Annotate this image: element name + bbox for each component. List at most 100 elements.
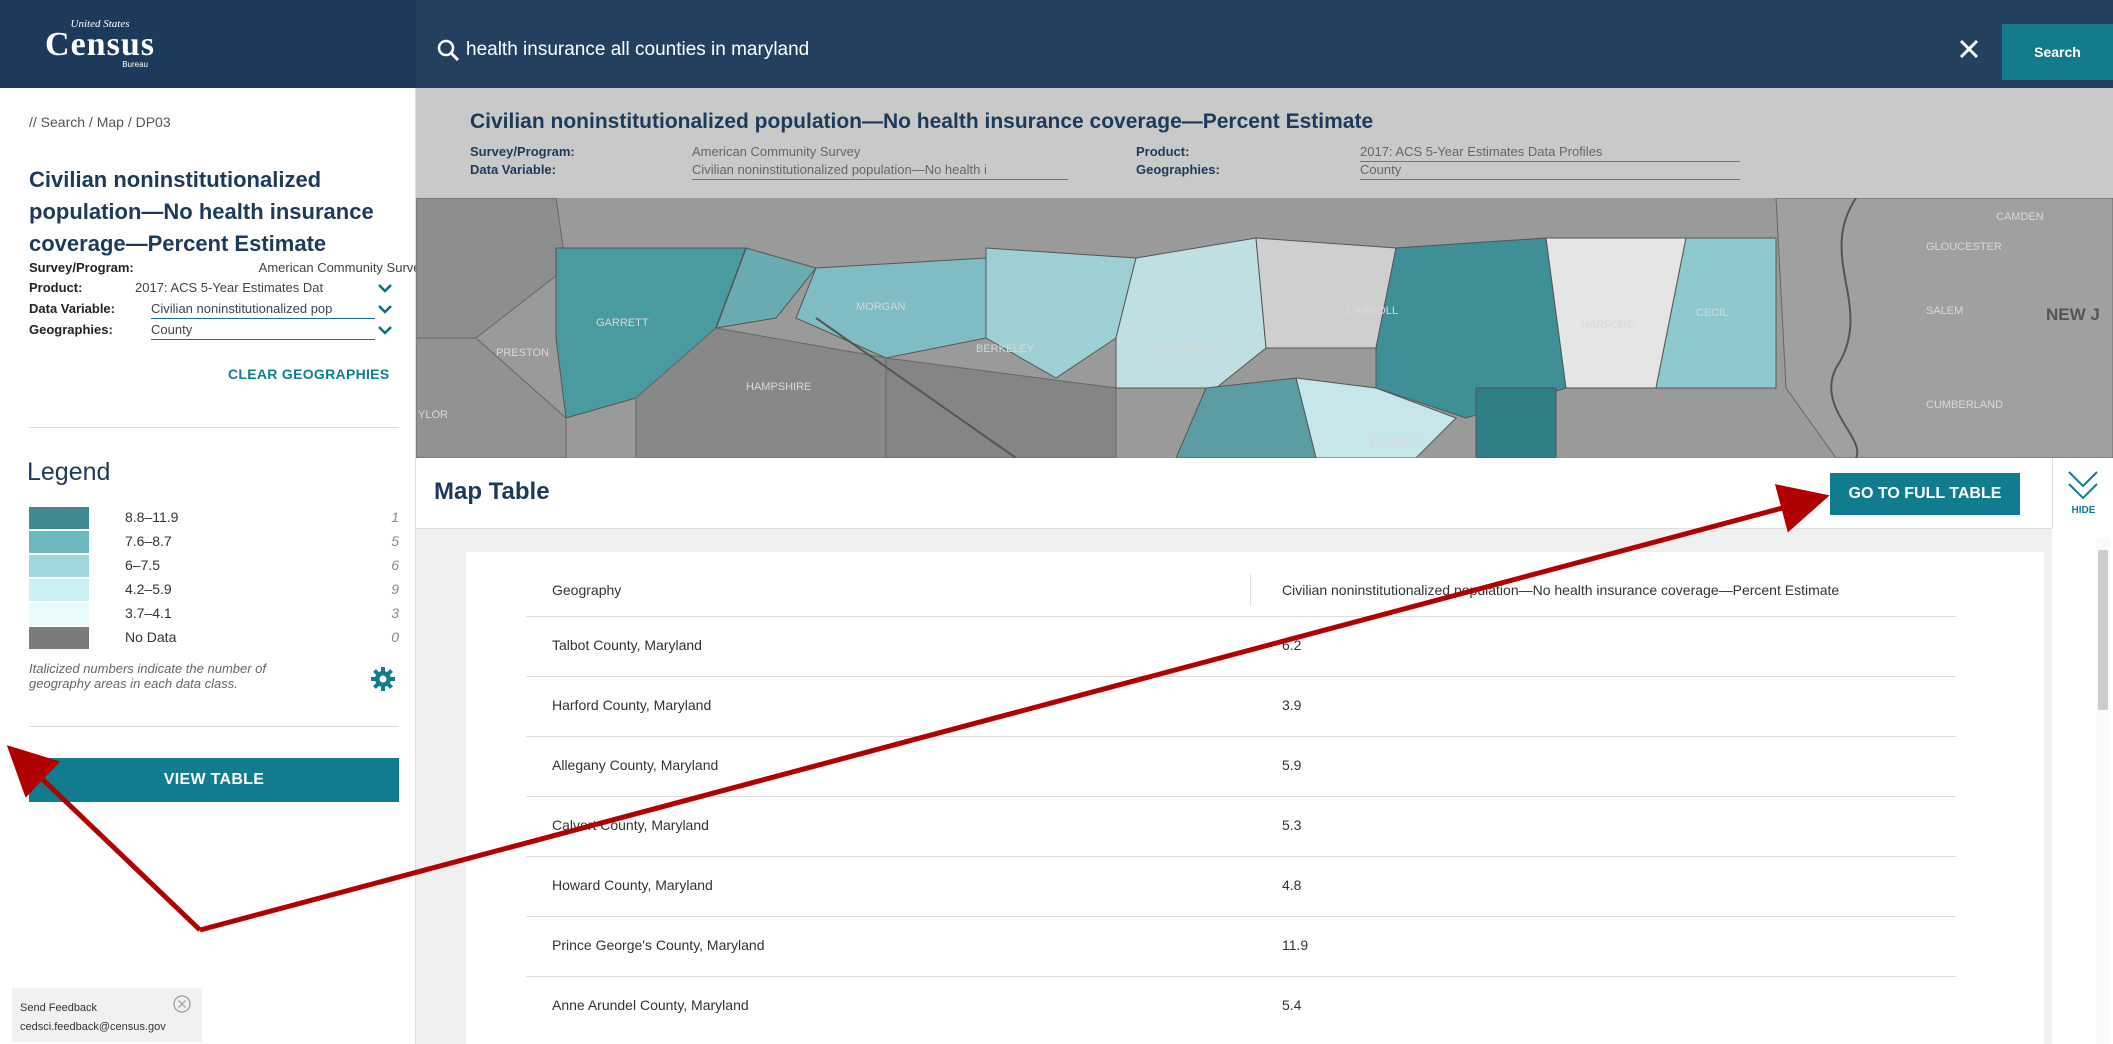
scrollbar[interactable] [2096, 538, 2110, 1044]
table-row[interactable]: Anne Arundel County, Maryland 5.4 [526, 976, 1956, 1036]
map-label: CARROLL [1346, 305, 1398, 317]
search-icon [436, 38, 460, 62]
feedback-email[interactable]: cedsci.feedback@census.gov [20, 1021, 166, 1033]
legend-label: 8.8–11.9 [125, 509, 179, 525]
cell-geography: Calvert County, Maryland [552, 817, 709, 833]
legend-item: 8.8–11.9 1 [29, 507, 399, 529]
hide-toggle[interactable]: HIDE [2052, 458, 2113, 528]
cell-geography: Harford County, Maryland [552, 697, 712, 713]
map-label: FREDERICK [1156, 345, 1220, 357]
map-label: GARRETT [596, 317, 649, 329]
geo-dropdown[interactable]: County [1360, 162, 1740, 180]
legend-label: 3.7–4.1 [125, 605, 172, 621]
column-header-geography[interactable]: Geography [552, 582, 621, 598]
product-value[interactable]: 2017: ACS 5-Year Estimates Dat [135, 280, 365, 295]
legend-count: 1 [391, 509, 399, 525]
divider [29, 726, 399, 727]
geo-label: Geographies: [1136, 162, 1220, 177]
map-label: PRESTON [496, 347, 549, 359]
legend-swatch [29, 603, 89, 625]
legend-item: 6–7.5 6 [29, 555, 399, 577]
chevron-down-icon[interactable] [377, 324, 395, 340]
map-label: CUMBERLAND [1926, 399, 2003, 411]
table-row[interactable]: Talbot County, Maryland 6.2 [526, 616, 1956, 676]
table-row[interactable]: Prince George's County, Maryland 11.9 [526, 916, 1956, 976]
legend-label: 7.6–8.7 [125, 533, 172, 549]
variable-dropdown[interactable]: Civilian noninstitutionalized population… [692, 162, 1068, 180]
left-panel: United States Census Bureau // Search / … [0, 0, 427, 1044]
legend-title: Legend [27, 458, 111, 486]
legend-swatch [29, 627, 89, 649]
map-label: HOWARD [1371, 437, 1421, 449]
variable-label: Data Variable: [470, 162, 556, 177]
map-label: YLOR [418, 409, 448, 421]
chevron-down-icon[interactable] [377, 303, 395, 319]
meta-geographies: Geographies: County [29, 322, 399, 342]
hide-label: HIDE [2071, 505, 2096, 516]
chevron-down-icon[interactable] [377, 282, 395, 298]
feedback-label[interactable]: Send Feedback [20, 1002, 97, 1014]
legend-count: 3 [391, 605, 399, 621]
map-label: GLOUCESTER [1926, 241, 2002, 253]
legend-swatch [29, 531, 89, 553]
column-divider [1250, 574, 1251, 606]
divider [29, 427, 399, 428]
geo-label: Geographies: [29, 322, 113, 337]
variable-dropdown[interactable]: Civilian noninstitutionalized pop [151, 301, 375, 319]
column-header-estimate[interactable]: Civilian noninstitutionalized population… [1282, 582, 1839, 598]
survey-label: Survey/Program: [29, 260, 134, 275]
legend-count: 0 [391, 629, 399, 645]
table-row[interactable]: Allegany County, Maryland 5.9 [526, 736, 1956, 796]
legend-count: 9 [391, 581, 399, 597]
table-row[interactable]: Calvert County, Maryland 5.3 [526, 796, 1956, 856]
table-row[interactable]: Howard County, Maryland 4.8 [526, 856, 1956, 916]
survey-label: Survey/Program: [470, 144, 575, 159]
clear-geographies-link[interactable]: CLEAR GEOGRAPHIES [228, 366, 389, 382]
cell-geography: Howard County, Maryland [552, 877, 713, 893]
map-label: HAMPSHIRE [746, 381, 811, 393]
map-header: Civilian noninstitutionalized population… [416, 88, 2113, 198]
census-logo[interactable]: United States Census Bureau [44, 18, 156, 72]
legend-label: No Data [125, 629, 177, 645]
legend-item: 7.6–8.7 5 [29, 531, 399, 553]
legend-swatch [29, 555, 89, 577]
legend-count: 5 [391, 533, 399, 549]
search-button[interactable]: Search [2002, 24, 2113, 80]
go-to-full-table-button[interactable]: GO TO FULL TABLE [1830, 473, 2020, 515]
legend-label: 6–7.5 [125, 557, 161, 573]
legend-item: 3.7–4.1 3 [29, 603, 399, 625]
cell-estimate: 6.2 [1282, 637, 1302, 653]
product-dropdown[interactable]: 2017: ACS 5-Year Estimates Data Profiles [1360, 144, 1740, 162]
feedback-widget[interactable]: Send Feedback cedsci.feedback@census.gov [12, 988, 202, 1042]
gear-icon[interactable] [370, 666, 396, 692]
scrollbar-thumb[interactable] [2098, 550, 2108, 710]
close-icon[interactable] [1956, 36, 1982, 62]
meta-variable: Data Variable: Civilian noninstitutional… [29, 301, 399, 321]
map-label: NEW J [2046, 305, 2100, 324]
map-title: Civilian noninstitutionalized population… [470, 110, 1374, 133]
search-bar: Search [416, 0, 2113, 88]
close-icon[interactable] [172, 994, 192, 1014]
legend-swatch [29, 579, 89, 601]
chevron-down-icon[interactable] [2067, 468, 2099, 502]
map-label: HARFORD [1581, 319, 1635, 331]
search-input[interactable] [466, 36, 1866, 64]
map-view[interactable]: PRESTON GARRETT MORGAN BERKELEY HAMPSHIR… [416, 88, 2113, 458]
cell-geography: Talbot County, Maryland [552, 637, 702, 653]
table-row[interactable]: Harford County, Maryland 3.9 [526, 676, 1956, 736]
legend-count: 6 [391, 557, 399, 573]
geo-dropdown[interactable]: County [151, 322, 375, 340]
page-title: Civilian noninstitutionalized population… [29, 167, 374, 256]
cell-geography: Prince George's County, Maryland [552, 937, 765, 953]
map-label: SALEM [1926, 305, 1963, 317]
map-table-panel: Map Table GO TO FULL TABLE HIDE Geograph… [416, 458, 2113, 1044]
meta-product: Product: 2017: ACS 5-Year Estimates Dat [29, 280, 399, 300]
cell-estimate: 3.9 [1282, 697, 1302, 713]
product-label: Product: [1136, 144, 1190, 159]
cell-estimate: 11.9 [1282, 937, 1309, 953]
breadcrumb[interactable]: // Search / Map / DP03 [29, 114, 171, 130]
meta-survey: Survey/Program: American Community Surve… [29, 260, 427, 280]
table-heading: Map Table [434, 478, 550, 505]
view-table-button[interactable]: VIEW TABLE [29, 758, 399, 802]
survey-value: American Community Survey [692, 144, 861, 159]
